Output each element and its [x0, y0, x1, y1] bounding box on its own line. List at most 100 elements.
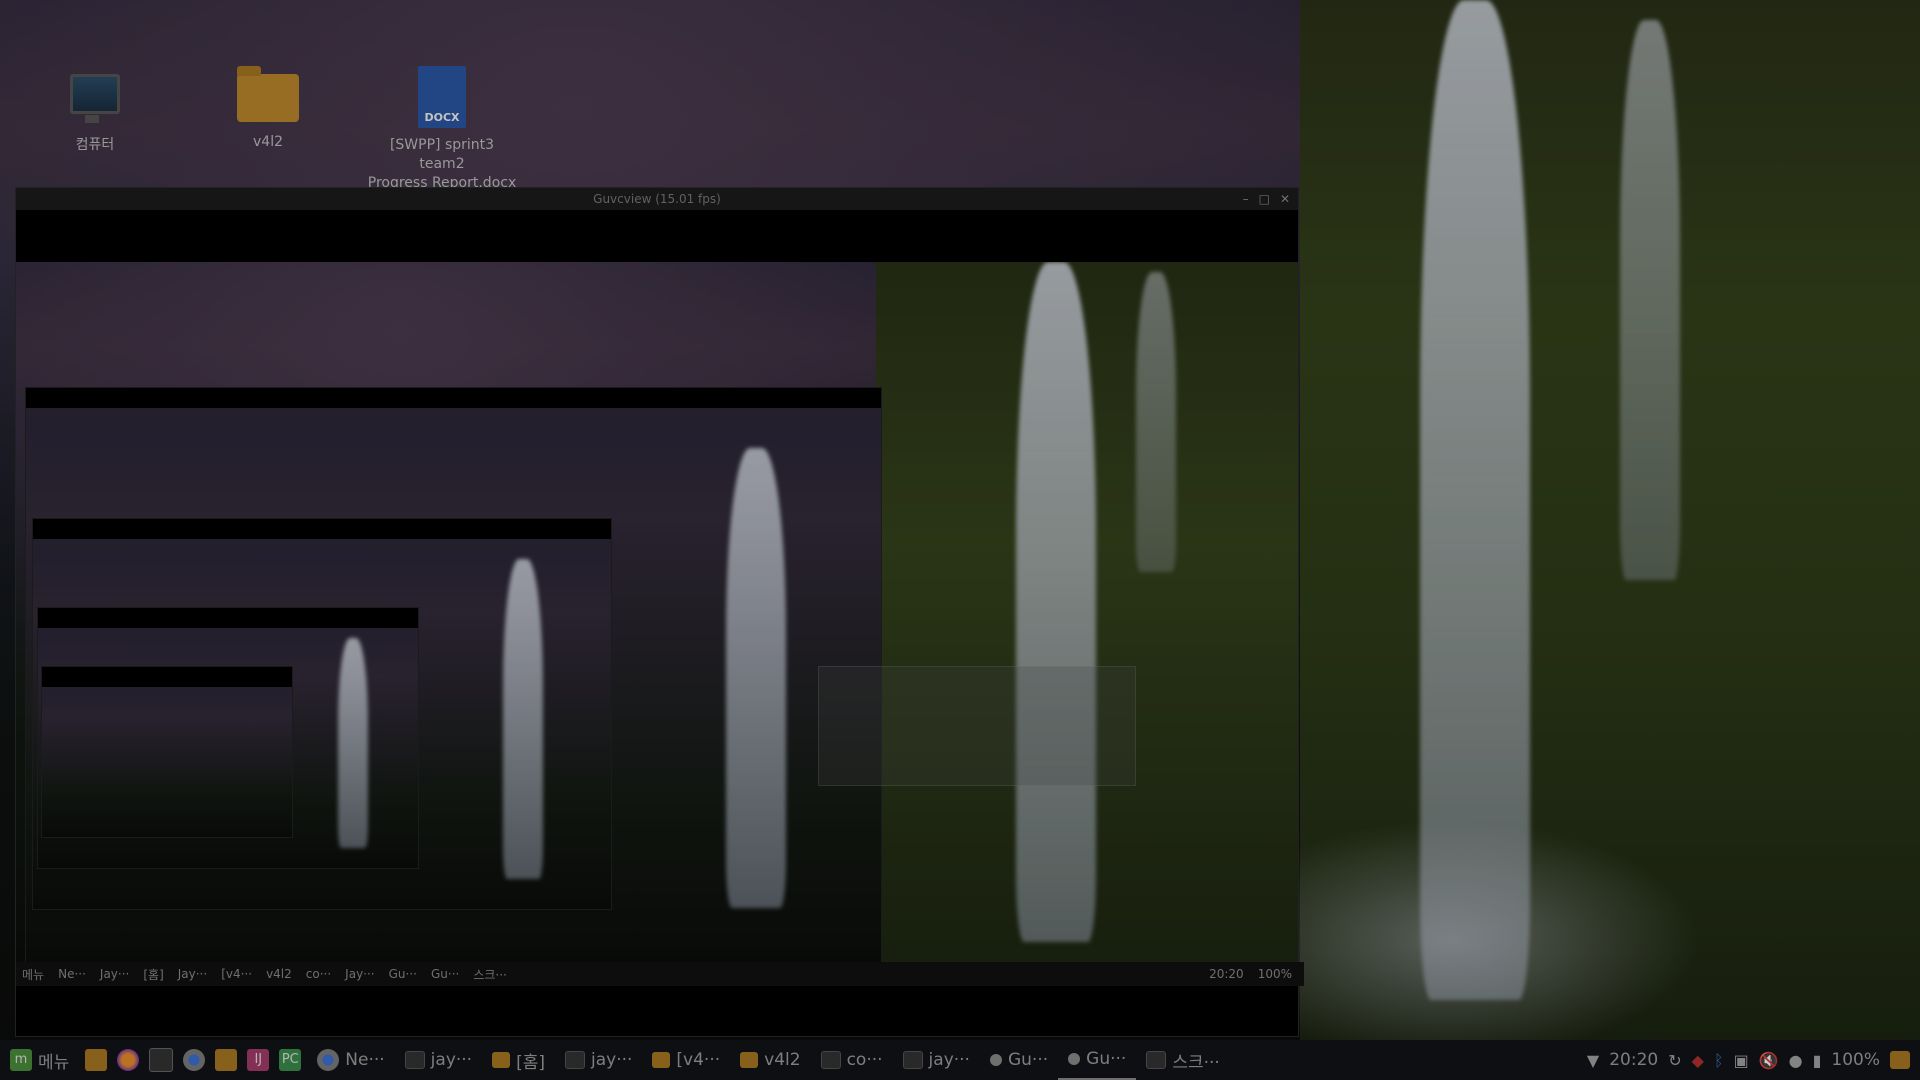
launchers: IJ PC — [79, 1040, 307, 1080]
captured-item: Gu··· — [430, 967, 460, 981]
folder-icon — [237, 66, 299, 122]
bluetooth-icon[interactable]: ᛒ — [1714, 1051, 1724, 1070]
nested-capture-4 — [41, 666, 293, 838]
folder-icon[interactable] — [85, 1049, 108, 1071]
keyboard-icon[interactable]: ▣ — [1734, 1051, 1749, 1070]
firefox-icon[interactable] — [117, 1049, 140, 1071]
captured-item: Jay··· — [177, 967, 208, 981]
editor-icon — [820, 1051, 841, 1069]
system-tray: ▼ 20:20 ↻ ◆ ᛒ ▣ 🔇 ● ▮ 100% — [1587, 1050, 1920, 1070]
desktop-icon-label: [SWPP] sprint3 team2 Progress Report.doc… — [367, 137, 517, 191]
screenshot-icon — [1146, 1051, 1167, 1069]
task-ne[interactable]: Ne··· — [307, 1040, 394, 1080]
nested-capture-3 — [37, 607, 419, 869]
captured-item: v4l2 — [266, 967, 292, 981]
captured-taskbar: 메뉴 Ne··· Jay··· [홈] Jay··· [v4··· v4l2 c… — [16, 962, 1304, 986]
task-label: [v4··· — [676, 1050, 721, 1070]
wallpaper-waterfall-small — [1620, 20, 1680, 580]
task-label: co··· — [846, 1050, 883, 1070]
task-label: jay··· — [928, 1050, 970, 1070]
captured-item: 스크··· — [473, 967, 507, 982]
task-label: v4l2 — [764, 1050, 801, 1070]
computer-icon — [70, 74, 120, 123]
captured-battery: 100% — [1257, 967, 1292, 981]
captured-clock: 20:20 — [1209, 967, 1244, 981]
desktop-icon-computer[interactable]: 컴퓨터 — [20, 74, 170, 154]
task-jay-2[interactable]: jay··· — [555, 1040, 642, 1080]
minimize-button[interactable]: – — [1243, 188, 1249, 210]
terminal-icon — [404, 1051, 425, 1069]
captured-item: [v4··· — [221, 967, 253, 981]
nested-capture-2 — [32, 518, 612, 910]
maximize-button[interactable]: □ — [1259, 188, 1270, 210]
nested-waterfall — [338, 638, 368, 848]
desktop-icon-docx[interactable]: DOCX [SWPP] sprint3 team2 Progress Repor… — [367, 66, 517, 193]
update-icon[interactable]: ↻ — [1668, 1051, 1681, 1070]
task-v4l2[interactable]: v4l2 — [730, 1040, 810, 1080]
preview-waterfall-small — [1136, 272, 1176, 572]
nested-waterfall — [726, 448, 786, 908]
pycharm-icon[interactable]: PC — [279, 1049, 302, 1071]
task-co[interactable]: co··· — [811, 1040, 893, 1080]
task-label: Gu··· — [1086, 1049, 1127, 1069]
nested-waterfall — [503, 559, 543, 879]
menu-label: 메뉴 — [38, 1052, 70, 1073]
desktop-icon-v4l2[interactable]: v4l2 — [193, 66, 343, 150]
docx-file-icon: DOCX — [418, 66, 466, 128]
preview-waterfall — [1016, 262, 1096, 942]
terminal-icon — [902, 1051, 923, 1069]
docx-badge: DOCX — [424, 111, 460, 124]
menu-button[interactable]: m 메뉴 — [0, 1040, 79, 1080]
task-guvcview-2[interactable]: Gu··· — [1058, 1040, 1137, 1080]
captured-item: Gu··· — [388, 967, 417, 981]
task-guvcview-1[interactable]: Gu··· — [980, 1040, 1058, 1080]
folder-icon — [492, 1052, 511, 1068]
task-jay-3[interactable]: jay··· — [893, 1040, 980, 1080]
camera-icon — [989, 1054, 1002, 1066]
folder-icon — [652, 1052, 671, 1068]
task-v4-folder[interactable]: [v4··· — [642, 1040, 730, 1080]
wifi-icon[interactable]: ▼ — [1587, 1051, 1599, 1070]
camera-icon — [1068, 1053, 1081, 1065]
captured-item: Jay··· — [345, 967, 375, 981]
files-icon[interactable] — [215, 1049, 238, 1071]
desktop-icon-label: v4l2 — [253, 134, 283, 150]
captured-item: Ne··· — [58, 967, 86, 981]
volume-muted-icon[interactable]: 🔇 — [1759, 1051, 1779, 1070]
user-icon[interactable]: ● — [1789, 1051, 1803, 1070]
window-title: Guvcview (15.01 fps) — [593, 192, 721, 206]
window-titlebar[interactable]: Guvcview (15.01 fps) – □ ✕ — [16, 188, 1298, 210]
task-label: [홈] — [516, 1052, 545, 1073]
battery-icon[interactable]: ▮ — [1813, 1051, 1822, 1070]
desktop-icon-label: 컴퓨터 — [75, 137, 115, 153]
task-label: Ne··· — [345, 1050, 385, 1070]
mint-menu-icon: m — [10, 1049, 32, 1071]
taskbar: m 메뉴 IJ PC Ne··· jay··· [홈] jay··· [v4··… — [0, 1040, 1920, 1080]
close-button[interactable]: ✕ — [1280, 188, 1290, 210]
window-toolbar-area — [16, 210, 1298, 262]
chrome-icon — [317, 1049, 340, 1071]
terminal-icon[interactable] — [149, 1048, 174, 1072]
captured-item: co··· — [305, 967, 332, 981]
chrome-icon[interactable] — [183, 1049, 206, 1071]
captured-item: [홈] — [143, 967, 164, 982]
camera-preview — [16, 262, 1298, 962]
task-label: jay··· — [430, 1050, 473, 1070]
nested-capture-bg — [42, 687, 292, 837]
task-label: Gu··· — [1007, 1050, 1049, 1070]
task-label: 스크··· — [1172, 1052, 1220, 1073]
intellij-icon[interactable]: IJ — [247, 1049, 270, 1071]
notes-icon[interactable] — [1890, 1051, 1910, 1069]
faded-dialog-overlay — [818, 666, 1136, 786]
captured-menu-label: 메뉴 — [22, 967, 45, 982]
clock[interactable]: 20:20 — [1609, 1050, 1658, 1070]
nested-capture-1 — [25, 387, 882, 962]
battery-percent: 100% — [1831, 1050, 1880, 1070]
task-screenshot[interactable]: 스크··· — [1136, 1040, 1230, 1080]
shield-icon[interactable]: ◆ — [1692, 1051, 1704, 1070]
captured-item: Jay··· — [99, 967, 130, 981]
window-controls: – □ ✕ — [1243, 188, 1290, 210]
task-jay-1[interactable]: jay··· — [395, 1040, 482, 1080]
guvcview-window[interactable]: Guvcview (15.01 fps) – □ ✕ 메뉴 Ne··· Jay·… — [15, 187, 1304, 1037]
task-home[interactable]: [홈] — [482, 1040, 555, 1080]
